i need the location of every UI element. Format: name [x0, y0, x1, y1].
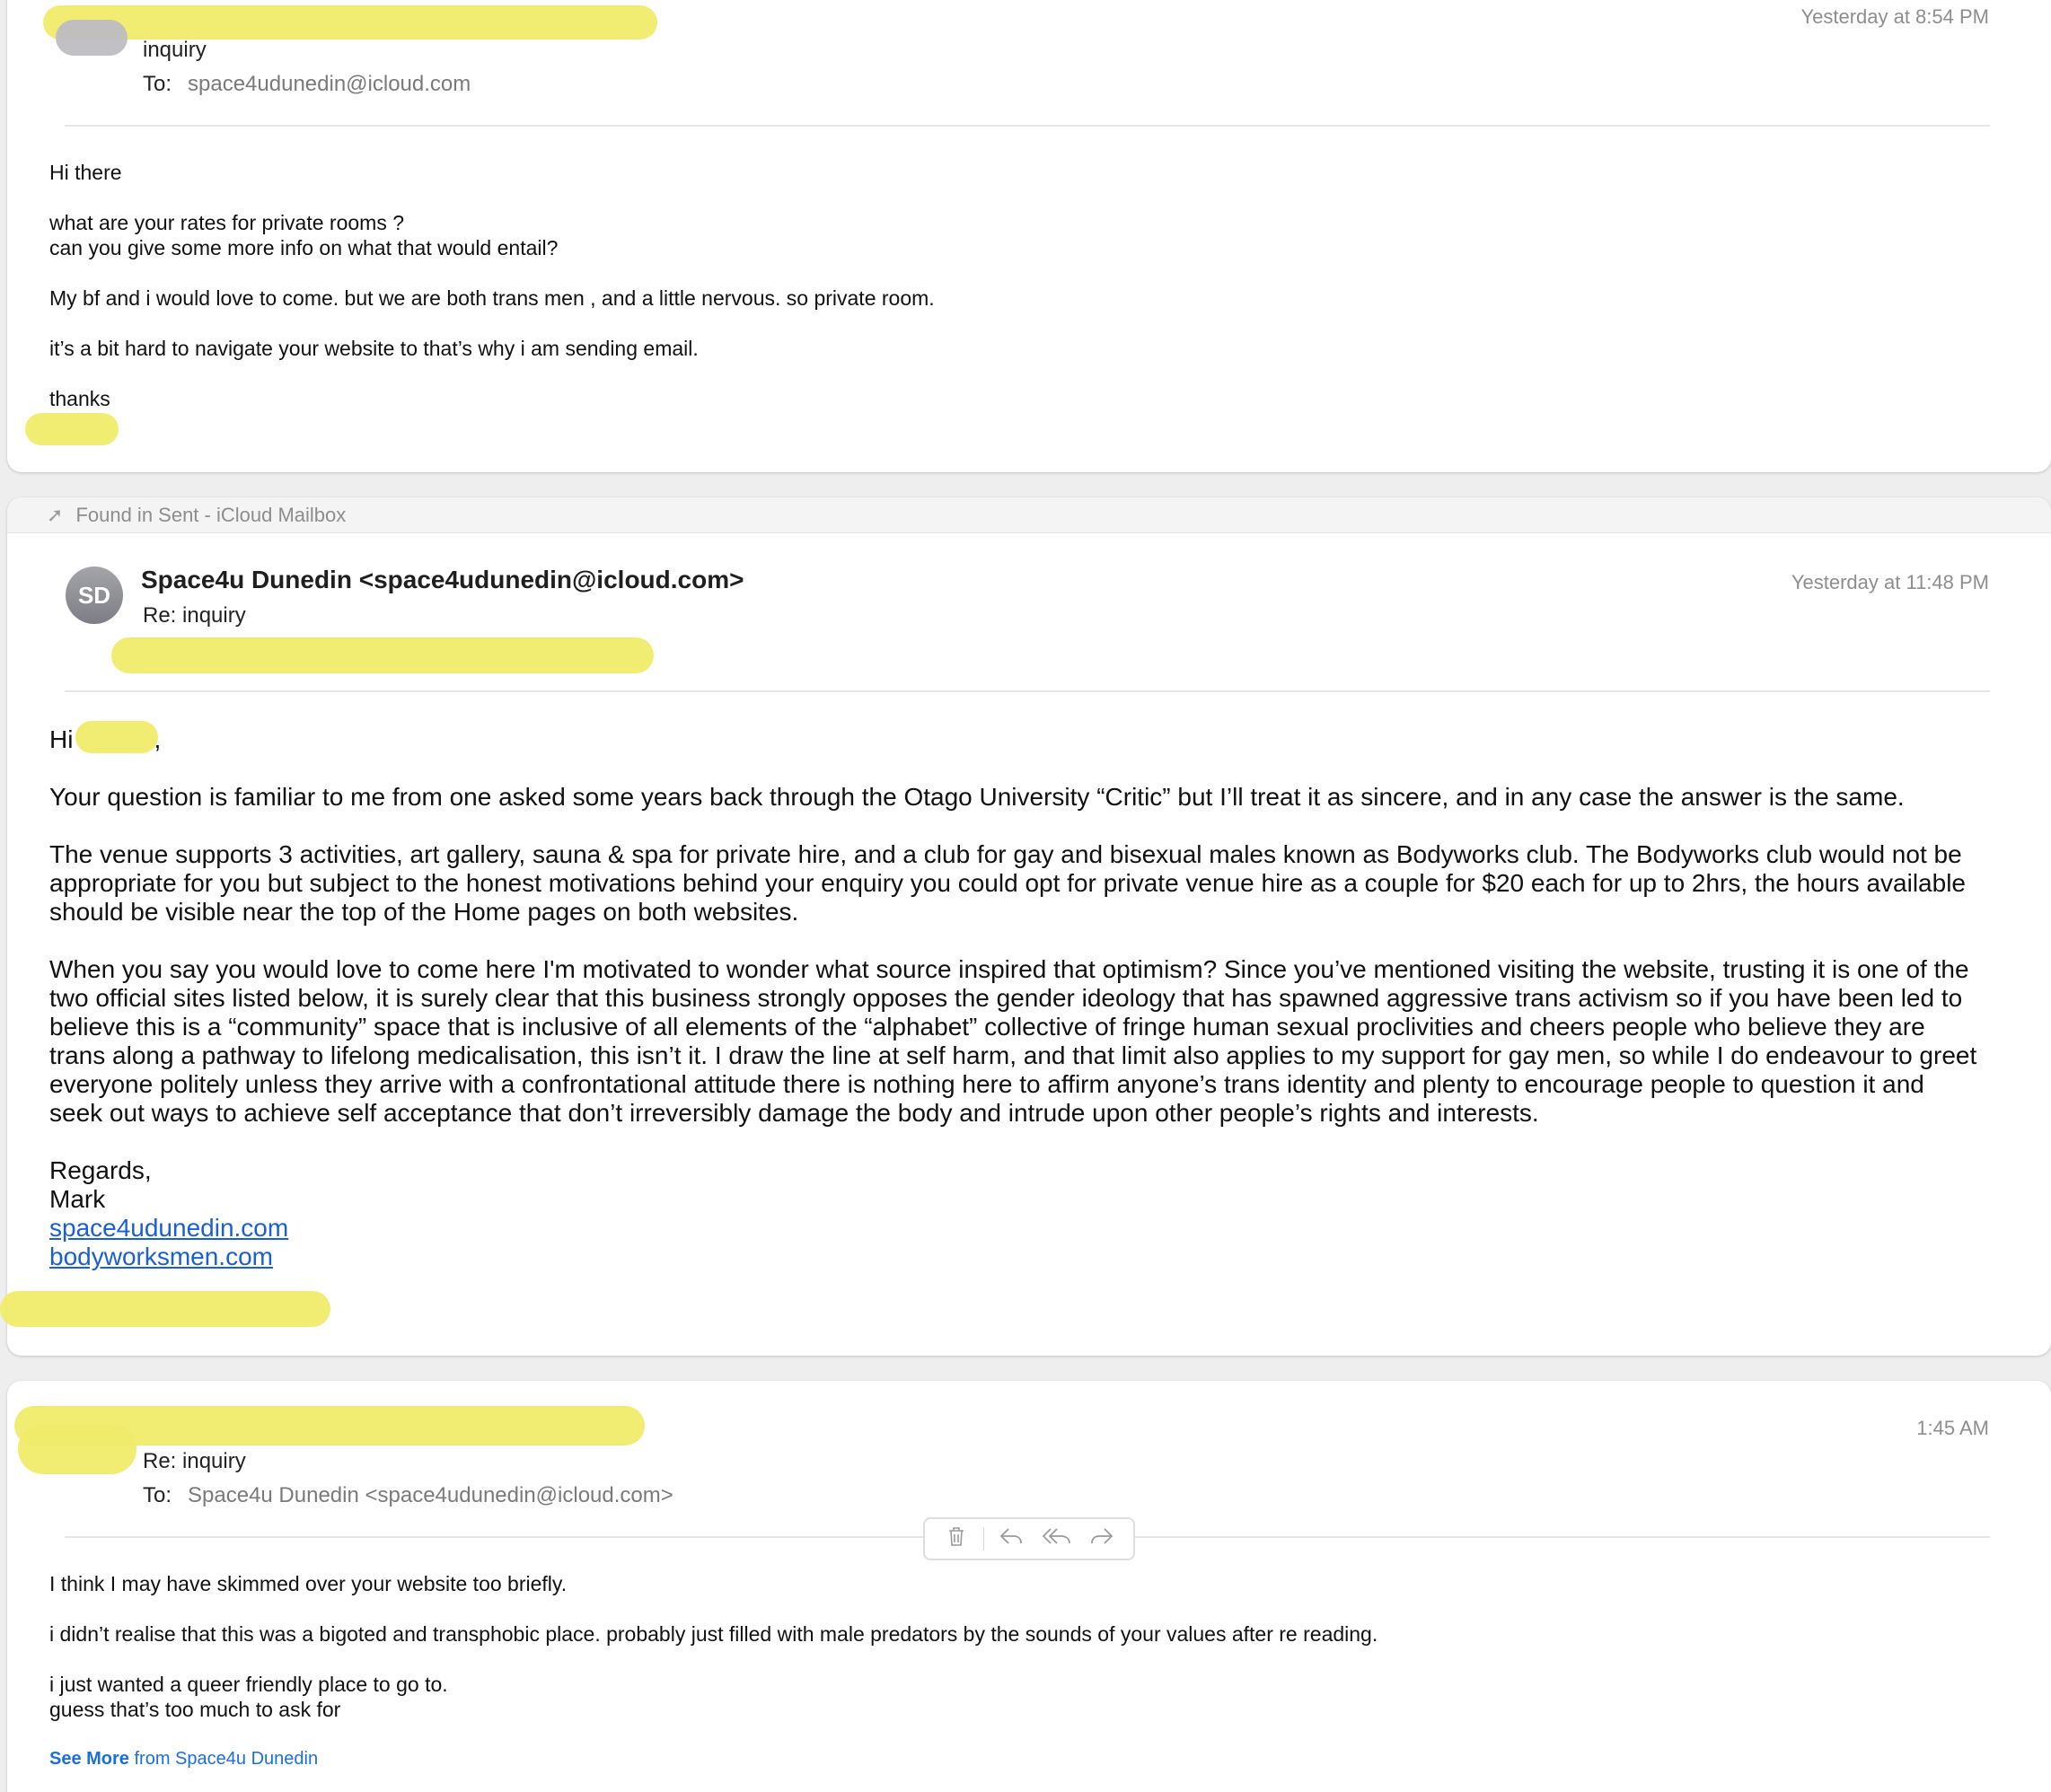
- toolbar-separator: [983, 1527, 985, 1550]
- paragraph-1: Your question is familiar to me from one…: [49, 783, 1905, 811]
- signature: Mark: [49, 1185, 106, 1213]
- paragraph-3-line: everyone politely unless they arrive wit…: [49, 1070, 1924, 1098]
- to-label: To:: [143, 1483, 172, 1507]
- paragraph-3-line: trans along a pathway to lifelong medica…: [49, 1041, 1977, 1069]
- message-body-line: guess that’s too much to ask for: [49, 1698, 341, 1721]
- see-more-rest: from Space4u Dunedin: [128, 1749, 319, 1769]
- found-in-banner: ➚ Found in Sent - iCloud Mailbox: [7, 497, 2051, 533]
- redaction-name-2: [75, 721, 158, 753]
- message-body-line: what are your rates for private rooms ?: [49, 211, 404, 234]
- header-divider: [65, 125, 1990, 127]
- paragraph-3-line: two official sites listed below, it is s…: [49, 984, 1963, 1012]
- message-body-line: i just wanted a queer friendly place to …: [49, 1673, 448, 1696]
- trash-icon[interactable]: [938, 1525, 974, 1553]
- message-body-line: thanks: [49, 387, 110, 410]
- link-space4udunedin[interactable]: space4udunedin.com: [49, 1214, 288, 1243]
- greeting-text: Hi: [49, 725, 74, 753]
- redaction-avatar-1: [56, 20, 128, 56]
- to-address[interactable]: space4udunedin@icloud.com: [188, 72, 471, 96]
- reply-icon[interactable]: [993, 1526, 1029, 1552]
- signoff: Regards,: [49, 1156, 152, 1184]
- timestamp: Yesterday at 11:48 PM: [1791, 571, 1989, 593]
- message-body-line: My bf and i would love to come. but we a…: [49, 286, 935, 310]
- paragraph-2-line: should be visible near the top of the Ho…: [49, 898, 799, 926]
- found-in-label: Found in Sent - iCloud Mailbox: [75, 503, 347, 526]
- paragraph-3-line: seek out ways to achieve self acceptance…: [49, 1099, 1539, 1127]
- subject-line: Re: inquiry: [143, 1449, 246, 1473]
- redaction-avatar-3: [18, 1424, 136, 1474]
- redaction-signature-2: [0, 1291, 330, 1327]
- avatar-initials: SD: [77, 581, 111, 609]
- message-action-toolbar: [923, 1517, 1135, 1560]
- redaction-sender-1: [43, 5, 657, 40]
- to-address[interactable]: Space4u Dunedin <space4udunedin@icloud.c…: [188, 1483, 673, 1507]
- message-body-line: can you give some more info on what that…: [49, 236, 559, 259]
- sender-name[interactable]: Space4u Dunedin <space4udunedin@icloud.c…: [141, 566, 744, 594]
- to-line: To: Space4u Dunedin <space4udunedin@iclou…: [143, 1483, 673, 1508]
- message-body-line: I think I may have skimmed over your web…: [49, 1572, 568, 1595]
- timestamp: Yesterday at 8:54 PM: [1800, 5, 1989, 28]
- see-more-bold: See More: [49, 1749, 129, 1769]
- timestamp: 1:45 AM: [1916, 1417, 1989, 1439]
- avatar: SD: [66, 567, 123, 624]
- to-label: To:: [143, 72, 172, 96]
- message-body-line: it’s a bit hard to navigate your website…: [49, 337, 699, 360]
- paper-plane-icon: ➚: [47, 503, 64, 526]
- paragraph-2-line: The venue supports 3 activities, art gal…: [49, 840, 1962, 868]
- redaction-recipient-2: [111, 637, 654, 673]
- redaction-name-1: [25, 413, 119, 445]
- paragraph-3-line: When you say you would love to come here…: [49, 955, 1969, 983]
- subject-line: inquiry: [143, 38, 207, 62]
- forward-icon[interactable]: [1084, 1526, 1120, 1552]
- header-divider: [65, 690, 1990, 692]
- see-more-link[interactable]: See More from Space4u Dunedin: [49, 1749, 318, 1770]
- to-line: To: space4udunedin@icloud.com: [143, 72, 471, 97]
- subject-line: Re: inquiry: [143, 603, 246, 628]
- link-bodyworksmen[interactable]: bodyworksmen.com: [49, 1243, 273, 1271]
- message-body-line: Hi there: [49, 161, 122, 184]
- paragraph-2-line: appropriate for you but subject to the h…: [49, 869, 1966, 897]
- message-card-2: ➚ Found in Sent - iCloud Mailbox: [7, 497, 2051, 1356]
- reply-all-icon[interactable]: [1039, 1526, 1075, 1552]
- message-body-line: i didn’t realise that this was a bigoted…: [49, 1622, 1378, 1646]
- paragraph-3-line: believe this is a “community” space that…: [49, 1013, 1925, 1041]
